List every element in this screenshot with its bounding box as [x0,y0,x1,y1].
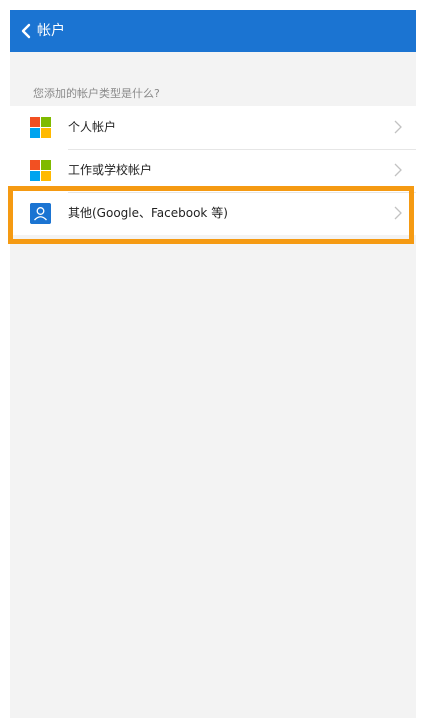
section-label: 您添加的帐户类型是什么? [33,87,160,100]
app-header: 帐户 [10,10,416,52]
chevron-right-icon [394,206,402,220]
other-account-option[interactable]: 其他(Google、Facebook 等) [10,192,416,235]
personal-account-label: 个人帐户 [68,120,117,134]
microsoft-logo-icon [30,117,51,138]
work-school-account-label: 工作或学校帐户 [68,163,153,177]
back-button[interactable]: 帐户 [10,10,65,52]
chevron-left-icon [21,23,31,39]
work-school-account-option[interactable]: 工作或学校帐户 [10,149,416,192]
chevron-right-icon [394,120,402,134]
chevron-right-icon [394,163,402,177]
account-type-list: 个人帐户 工作或学校帐户 其他(Google、Facebook 等) [10,106,416,235]
microsoft-logo-icon [30,160,51,181]
page-title: 帐户 [37,23,65,39]
account-type-screen: 帐户 您添加的帐户类型是什么? 个人帐户 工作或学校帐户 其他(Google、F… [10,10,416,718]
personal-account-option[interactable]: 个人帐户 [10,106,416,149]
other-account-label: 其他(Google、Facebook 等) [68,206,228,220]
person-icon [30,203,51,224]
